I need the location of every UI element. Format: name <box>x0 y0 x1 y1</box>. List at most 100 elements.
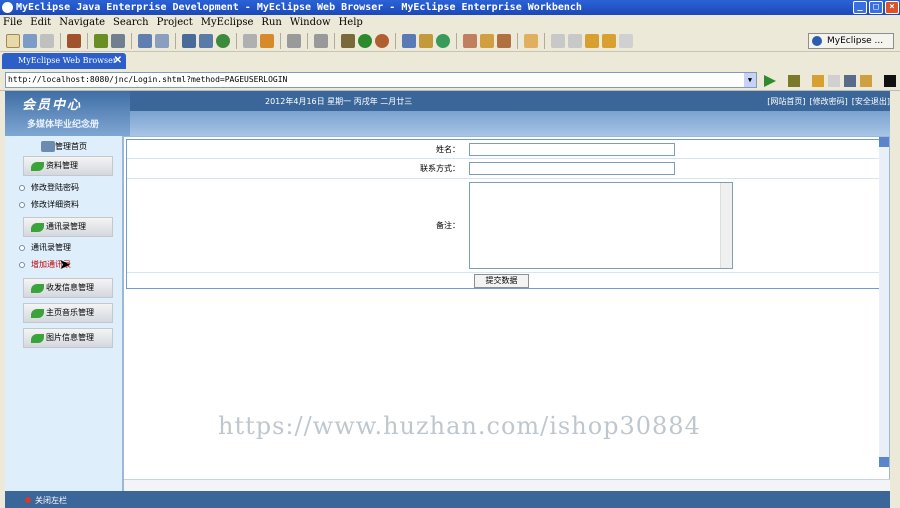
deploy-icon[interactable] <box>111 33 125 48</box>
forward-icon[interactable] <box>602 33 616 48</box>
close-tab-icon[interactable]: ✕ <box>114 53 122 69</box>
minimize-button[interactable]: _ <box>853 1 867 14</box>
scroll-up-icon[interactable] <box>879 137 889 147</box>
new-icon[interactable] <box>6 33 20 48</box>
browser-back-icon[interactable] <box>812 75 824 87</box>
new-class-icon[interactable] <box>436 33 450 48</box>
pencil-icon[interactable] <box>480 33 494 48</box>
print-icon[interactable] <box>40 33 54 48</box>
new-java-icon[interactable] <box>402 33 416 48</box>
contact-input[interactable] <box>469 162 675 175</box>
name-input[interactable] <box>469 143 675 156</box>
wizard-2-icon[interactable] <box>155 33 169 48</box>
edit-icon[interactable] <box>497 33 511 48</box>
window-controls: _ □ × <box>853 1 899 14</box>
toolbar-separator <box>60 32 61 49</box>
wizard-icon[interactable] <box>138 33 152 48</box>
submit-button[interactable]: 提交数据 <box>474 274 529 288</box>
sidebar-group-music[interactable]: 主页音乐管理 <box>23 303 113 323</box>
open-perspective-icon[interactable] <box>463 33 477 48</box>
tab-web-browser[interactable]: MyEclipse Web Browser ✕ <box>2 53 126 69</box>
monitor-icon[interactable] <box>287 33 301 48</box>
url-input[interactable]: http://localhost:8080/jnc/Login.shtml?me… <box>5 72 757 88</box>
view-icon[interactable] <box>788 75 800 87</box>
menu-window[interactable]: Window <box>290 15 331 30</box>
sidebar: 管理首页 资料管理 修改登陆密码 修改详细资料 通讯录管理 通讯录管理 增加通讯… <box>5 136 123 498</box>
app-icon <box>2 2 13 13</box>
external-tools-icon[interactable] <box>375 33 389 48</box>
debug-icon[interactable] <box>67 33 81 48</box>
url-text: http://localhost:8080/jnc/Login.shtml?me… <box>8 75 288 84</box>
menu-help[interactable]: Help <box>339 15 363 30</box>
sidebar-group-profile[interactable]: 资料管理 <box>23 156 113 176</box>
sidebar-item-change-login-password[interactable]: 修改登陆密码 <box>19 182 79 194</box>
site-logo: 会员中心 <box>22 98 83 113</box>
scroll-down-icon[interactable] <box>879 457 889 467</box>
console-icon[interactable] <box>314 33 328 48</box>
prev-annotation-icon[interactable] <box>568 33 582 48</box>
toolbar-separator <box>131 32 132 49</box>
maximize-button[interactable]: □ <box>869 1 883 14</box>
browser-menu-icon[interactable] <box>884 75 896 87</box>
refresh-icon[interactable] <box>260 33 274 48</box>
menu-myeclipse[interactable]: MyEclipse <box>201 15 254 30</box>
leaf-icon <box>31 284 44 293</box>
browser-refresh-icon[interactable] <box>860 75 872 87</box>
browser-forward-icon[interactable] <box>828 75 840 87</box>
back-icon[interactable] <box>585 33 599 48</box>
new-package-icon[interactable] <box>419 33 433 48</box>
toolbar-separator <box>175 32 176 49</box>
bullet-icon <box>19 262 25 268</box>
url-dropdown-icon[interactable]: ▼ <box>744 73 756 87</box>
watermark: https://www.huzhan.com/ishop30884 <box>218 412 701 440</box>
browser-scrollbar[interactable] <box>890 91 900 508</box>
textarea-scrollbar[interactable] <box>720 183 732 268</box>
contact-label: 联系方式： <box>420 164 460 173</box>
save-icon[interactable] <box>23 33 37 48</box>
sidebar-group-label: 收发信息管理 <box>46 283 94 292</box>
sidebar-group-messages[interactable]: 收发信息管理 <box>23 278 113 298</box>
sidebar-group-label: 资料管理 <box>46 161 78 170</box>
menu-run[interactable]: Run <box>261 15 281 30</box>
close-window-button[interactable]: × <box>885 1 899 14</box>
menu-navigate[interactable]: Navigate <box>59 15 105 30</box>
toolbar-separator <box>517 32 518 49</box>
stop-icon[interactable] <box>844 75 856 87</box>
globe-icon[interactable] <box>216 33 230 48</box>
server-icon[interactable] <box>94 33 108 48</box>
sidebar-item-edit-details[interactable]: 修改详细资料 <box>19 199 79 211</box>
folder-icon[interactable] <box>524 33 538 48</box>
bug-icon[interactable] <box>341 33 355 48</box>
sidebar-group-contacts[interactable]: 通讯录管理 <box>23 217 113 237</box>
package-icon[interactable] <box>182 33 196 48</box>
sidebar-group-images[interactable]: 图片信息管理 <box>23 328 113 348</box>
close-left-panel-link[interactable]: 关闭左栏 <box>25 495 67 506</box>
form-row-remark: 备注： <box>127 179 881 273</box>
menu-search[interactable]: Search <box>113 15 149 30</box>
menu-bar: File Edit Navigate Search Project MyEcli… <box>0 15 900 30</box>
logo-area: 会员中心 多媒体毕业纪念册 <box>5 91 130 136</box>
menu-edit[interactable]: Edit <box>30 15 51 30</box>
sidebar-home[interactable]: 管理首页 <box>5 138 123 156</box>
web-page: 会员中心 多媒体毕业纪念册 2012年4月16日 星期一 丙戌年 二月廿三 [网… <box>5 91 891 508</box>
sidebar-item-contacts[interactable]: 通讯录管理 <box>19 242 71 254</box>
run-icon[interactable] <box>358 33 372 48</box>
next-annotation-icon[interactable] <box>551 33 565 48</box>
sidebar-item-label: 修改登陆密码 <box>31 183 79 192</box>
remark-textarea[interactable] <box>469 182 733 269</box>
menu-file[interactable]: File <box>3 15 22 30</box>
perspective-switcher[interactable]: MyEclipse ... <box>808 33 894 49</box>
toolbar-separator <box>544 32 545 49</box>
link-logout[interactable]: [安全退出] <box>852 96 890 107</box>
link-home[interactable]: [网站首页] <box>767 96 805 107</box>
toolbar-separator <box>395 32 396 49</box>
menu-project[interactable]: Project <box>157 15 193 30</box>
site-header <box>5 91 890 111</box>
package-2-icon[interactable] <box>199 33 213 48</box>
content-scrollbar[interactable] <box>879 137 889 467</box>
link-change-password[interactable]: [修改密码] <box>810 96 848 107</box>
header-band <box>130 111 890 136</box>
open-type-icon[interactable] <box>243 33 257 48</box>
toolbar-separator <box>456 32 457 49</box>
remark-label: 备注： <box>436 221 460 230</box>
